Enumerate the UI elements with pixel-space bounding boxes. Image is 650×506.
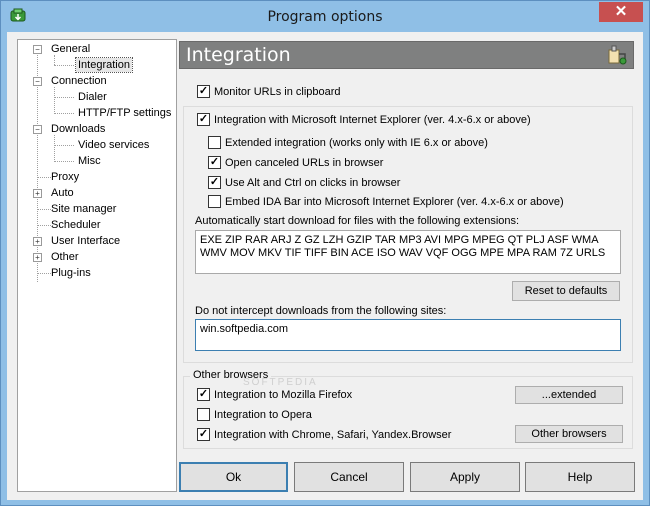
checkbox-label: Integration to Mozilla Firefox (214, 389, 353, 401)
tree-item-scheduler[interactable]: Scheduler (51, 218, 101, 232)
checkbox-label: Integration with Chrome, Safari, Yandex.… (214, 429, 452, 441)
tree-line (54, 145, 74, 146)
dialog-client: − General Integration − Connection Diale… (7, 32, 643, 500)
tree-item-downloads[interactable]: Downloads (51, 122, 105, 136)
tree-line (54, 135, 55, 162)
checkbox-unchecked-icon (197, 407, 210, 421)
other-browsers-button[interactable]: Other browsers (515, 425, 623, 443)
watermark-text: SOFTPEDIA (243, 377, 318, 388)
cancel-button[interactable]: Cancel (294, 462, 404, 492)
embed-ida-bar-checkbox[interactable]: Embed IDA Bar into Microsoft Internet Ex… (208, 194, 564, 209)
panel-header: Integration (179, 41, 634, 69)
window-title: Program options (267, 9, 383, 25)
checkbox-checked-icon: ✓ (208, 155, 221, 169)
reset-to-defaults-button[interactable]: Reset to defaults (512, 281, 620, 301)
tree-line (54, 55, 55, 65)
apply-button[interactable]: Apply (410, 462, 520, 492)
tree-line (54, 65, 74, 66)
checkbox-checked-icon: ✓ (197, 84, 210, 98)
extensions-label: Automatically start download for files w… (195, 215, 520, 227)
collapse-icon[interactable]: − (33, 45, 42, 54)
help-button[interactable]: Help (525, 462, 635, 492)
checkbox-label: Integration with Microsoft Internet Expl… (214, 114, 531, 126)
tree-line (37, 55, 38, 180)
checkbox-unchecked-icon (208, 194, 221, 208)
tree-item-user-interface[interactable]: User Interface (51, 234, 120, 248)
tree-line (54, 87, 55, 114)
exclude-sites-input[interactable]: win.softpedia.com (195, 319, 621, 351)
expand-icon[interactable]: + (33, 253, 42, 262)
program-options-window: Program options ✕ − General Integration … (0, 0, 650, 506)
checkbox-label: Extended integration (works only with IE… (225, 137, 488, 149)
checkbox-unchecked-icon (208, 135, 221, 149)
collapse-icon[interactable]: − (33, 125, 42, 134)
tree-line (54, 97, 74, 98)
checkbox-label: Open canceled URLs in browser (225, 157, 384, 169)
tree-line (54, 161, 74, 162)
tree-item-http-ftp-settings[interactable]: HTTP/FTP settings (78, 106, 171, 120)
collapse-icon[interactable]: − (33, 77, 42, 86)
close-icon: ✕ (614, 3, 628, 20)
panel-title: Integration (186, 44, 291, 66)
checkbox-label: Use Alt and Ctrl on clicks in browser (225, 177, 401, 189)
tree-item-plug-ins[interactable]: Plug-ins (51, 266, 91, 280)
alt-ctrl-clicks-checkbox[interactable]: ✓ Use Alt and Ctrl on clicks in browser (208, 175, 401, 190)
tree-item-proxy[interactable]: Proxy (51, 170, 79, 184)
ok-button[interactable]: Ok (179, 462, 288, 492)
monitor-clipboard-checkbox[interactable]: ✓ Monitor URLs in clipboard (197, 84, 341, 99)
tree-line (54, 113, 74, 114)
checkbox-label: Monitor URLs in clipboard (214, 86, 341, 98)
tree-item-site-manager[interactable]: Site manager (51, 202, 116, 216)
tree-item-misc[interactable]: Misc (78, 154, 101, 168)
tree-item-general[interactable]: General (51, 42, 90, 56)
checkbox-checked-icon: ✓ (197, 427, 210, 441)
expand-icon[interactable]: + (33, 237, 42, 246)
checkbox-checked-icon: ✓ (208, 175, 221, 189)
expand-icon[interactable]: + (33, 189, 42, 198)
tree-item-video-services[interactable]: Video services (78, 138, 149, 152)
checkbox-label: Integration to Opera (214, 409, 312, 421)
tree-item-connection[interactable]: Connection (51, 74, 107, 88)
extensions-textarea[interactable]: EXE ZIP RAR ARJ Z GZ LZH GZIP TAR MP3 AV… (195, 230, 621, 274)
options-tree[interactable]: − General Integration − Connection Diale… (17, 39, 177, 492)
tree-item-other[interactable]: Other (51, 250, 79, 264)
extended-browsers-button[interactable]: ...extended (515, 386, 623, 404)
opera-integration-checkbox[interactable]: Integration to Opera (197, 407, 312, 422)
ie-integration-checkbox[interactable]: ✓ Integration with Microsoft Internet Exp… (197, 112, 531, 127)
open-canceled-urls-checkbox[interactable]: ✓ Open canceled URLs in browser (208, 155, 384, 170)
chrome-integration-checkbox[interactable]: ✓ Integration with Chrome, Safari, Yandex… (197, 427, 452, 442)
tree-item-dialer[interactable]: Dialer (78, 90, 107, 104)
extended-integration-checkbox[interactable]: Extended integration (works only with IE… (208, 135, 488, 150)
tree-item-auto[interactable]: Auto (51, 186, 74, 200)
title-bar[interactable]: Program options ✕ (1, 1, 649, 31)
checkbox-checked-icon: ✓ (197, 112, 210, 126)
checkbox-label: Embed IDA Bar into Microsoft Internet Ex… (225, 196, 564, 208)
checkbox-checked-icon: ✓ (197, 387, 210, 401)
firefox-integration-checkbox[interactable]: ✓ Integration to Mozilla Firefox (197, 387, 353, 402)
exclude-sites-label: Do not intercept downloads from the foll… (195, 305, 447, 317)
close-button[interactable]: ✕ (599, 2, 643, 22)
plugin-settings-icon (608, 45, 627, 65)
tree-item-integration[interactable]: Integration (75, 57, 133, 73)
